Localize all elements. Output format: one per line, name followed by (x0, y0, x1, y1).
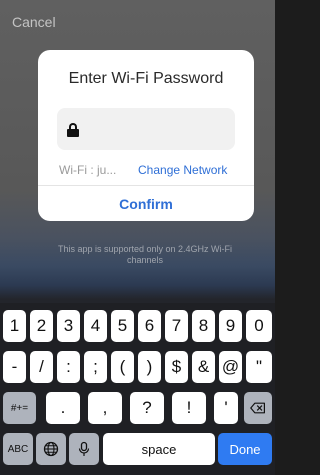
cancel-button[interactable]: Cancel (12, 14, 56, 30)
key-2[interactable]: 2 (30, 310, 53, 342)
change-network-link[interactable]: Change Network (138, 163, 227, 177)
key-close-paren[interactable]: ) (138, 351, 161, 383)
key-exclamation[interactable]: ! (172, 392, 206, 424)
key-comma[interactable]: , (88, 392, 122, 424)
key-9[interactable]: 9 (219, 310, 242, 342)
key-at[interactable]: @ (219, 351, 242, 383)
mic-key[interactable] (69, 433, 99, 465)
globe-icon (43, 441, 59, 457)
key-apostrophe[interactable]: ' (214, 392, 238, 424)
screen: Cancel Enter Wi-Fi Password Wi-Fi : ju..… (0, 0, 275, 475)
abc-key[interactable]: ABC (3, 433, 33, 465)
backspace-key[interactable] (244, 392, 272, 424)
symbols-mode-key[interactable]: #+= (3, 392, 36, 424)
key-ampersand[interactable]: & (192, 351, 215, 383)
key-hyphen[interactable]: - (3, 351, 26, 383)
password-input[interactable] (57, 108, 235, 150)
key-dollar[interactable]: $ (165, 351, 188, 383)
support-notice: This app is supported only on 2.4GHz Wi-… (57, 244, 233, 265)
key-question[interactable]: ? (130, 392, 164, 424)
key-5[interactable]: 5 (111, 310, 134, 342)
divider (38, 185, 254, 186)
confirm-button[interactable]: Confirm (38, 196, 254, 212)
wifi-password-dialog: Enter Wi-Fi Password Wi-Fi : ju... Chang… (38, 50, 254, 221)
space-key[interactable]: space (103, 433, 215, 465)
key-7[interactable]: 7 (165, 310, 188, 342)
lock-icon (67, 123, 79, 137)
key-3[interactable]: 3 (57, 310, 80, 342)
key-6[interactable]: 6 (138, 310, 161, 342)
key-1[interactable]: 1 (3, 310, 26, 342)
key-4[interactable]: 4 (84, 310, 107, 342)
mic-icon (78, 441, 90, 456)
key-8[interactable]: 8 (192, 310, 215, 342)
key-quote[interactable]: " (246, 351, 272, 383)
key-semicolon[interactable]: ; (84, 351, 107, 383)
keyboard: 1 2 3 4 5 6 7 8 9 0 - / : ; ( ) $ & @ " … (0, 303, 275, 475)
key-colon[interactable]: : (57, 351, 80, 383)
key-0[interactable]: 0 (246, 310, 272, 342)
globe-key[interactable] (36, 433, 66, 465)
key-period[interactable]: . (46, 392, 80, 424)
backspace-icon (250, 402, 265, 414)
key-open-paren[interactable]: ( (111, 351, 134, 383)
wifi-network-name: Wi-Fi : ju... (59, 163, 117, 177)
done-key[interactable]: Done (218, 433, 272, 465)
dialog-title: Enter Wi-Fi Password (68, 70, 224, 87)
key-slash[interactable]: / (30, 351, 53, 383)
